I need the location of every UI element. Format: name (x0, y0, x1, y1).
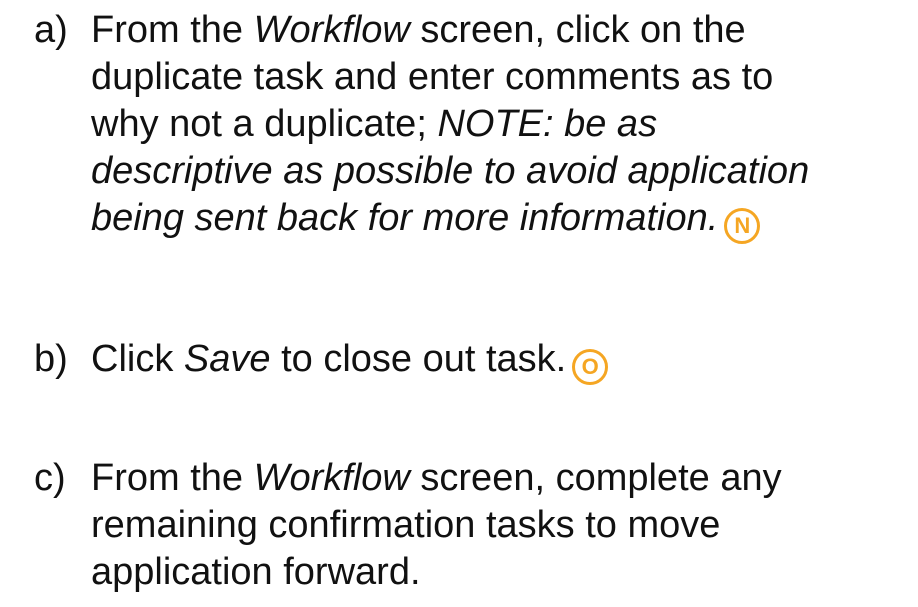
step-text: Click Save to close out task. O (91, 336, 915, 385)
emphasis-text: NOTE: be as (437, 103, 658, 145)
text-run: screen, click on the (409, 9, 746, 51)
callout-badge-n: N (724, 208, 761, 244)
text-run: remaining confirmation tasks to move (91, 504, 721, 546)
step-marker: a) (34, 9, 68, 51)
text-run: Click (91, 338, 184, 380)
emphasis-text: descriptive as possible to avoid applica… (91, 150, 810, 192)
step-text: From the Workflow screen, complete any r… (91, 455, 915, 596)
text-run: to close out task. (270, 338, 567, 380)
step-line: Click Save to close out task. O (91, 336, 915, 385)
step-marker: c) (34, 457, 66, 499)
callout-badge-o: O (572, 349, 609, 385)
text-run: From the (91, 9, 254, 51)
emphasis-text: Workflow (253, 457, 410, 499)
text-run: why not a duplicate; (91, 103, 438, 145)
step-text: From the Workflow screen, click on the d… (91, 7, 915, 244)
instruction-slide: a) From the Workflow screen, click on th… (0, 0, 918, 607)
emphasis-text: Workflow (253, 9, 410, 51)
emphasis-text: being sent back for more information. (91, 197, 719, 239)
step-b: b) Click Save to close out task. O (0, 336, 918, 386)
step-a: a) From the Workflow screen, click on th… (0, 7, 918, 247)
step-line: From the Workflow screen, click on the (91, 7, 915, 54)
step-line: remaining confirmation tasks to move (91, 502, 915, 549)
step-line: application forward. (91, 549, 915, 596)
text-run: screen, complete any (409, 457, 782, 499)
text-run: From the (91, 457, 254, 499)
step-c: c) From the Workflow screen, complete an… (0, 455, 918, 597)
step-line: being sent back for more information. N (91, 195, 915, 244)
step-line: why not a duplicate; NOTE: be as (91, 101, 915, 148)
text-run: duplicate task and enter comments as to (91, 56, 774, 98)
step-line: duplicate task and enter comments as to (91, 54, 915, 101)
emphasis-text: Save (183, 338, 271, 380)
text-run: application forward. (91, 551, 421, 593)
step-line: From the Workflow screen, complete any (91, 455, 915, 502)
step-marker: b) (34, 338, 68, 380)
step-line: descriptive as possible to avoid applica… (91, 148, 915, 195)
